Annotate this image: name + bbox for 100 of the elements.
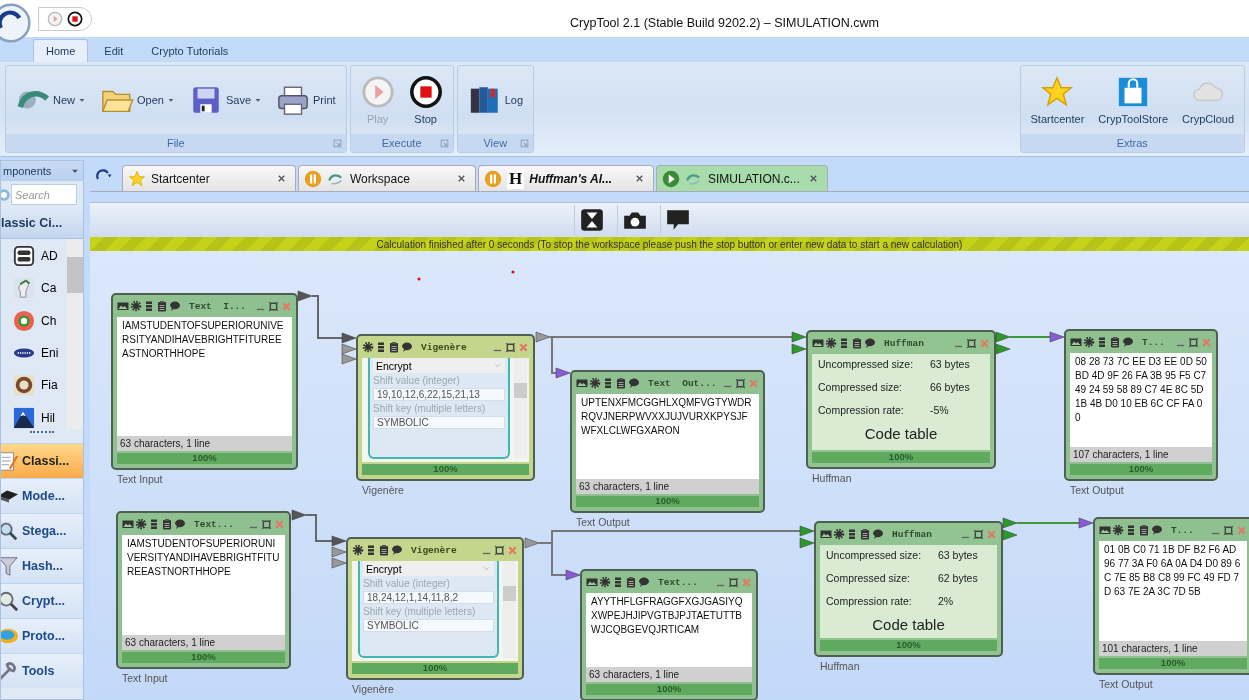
port-icon[interactable] xyxy=(341,343,357,355)
speech-bubble-icon[interactable] xyxy=(1122,336,1134,348)
ribbon-tab[interactable]: Home xyxy=(33,39,89,62)
port-icon[interactable] xyxy=(331,535,347,547)
speech-bubble-icon[interactable] xyxy=(638,576,650,588)
speech-bubble-icon[interactable] xyxy=(401,341,413,353)
port-icon[interactable] xyxy=(565,569,581,581)
image-icon[interactable] xyxy=(1099,524,1111,536)
scrollbar[interactable] xyxy=(67,239,83,429)
clipboard-icon[interactable] xyxy=(388,341,400,353)
component-window[interactable]: Text... IAMSTUDENTOFSUPERIORUNIVERSITYANDIHAVEBRIGHTFITUREEASTNORTHHOPE 63 characters, 1 line 100% xyxy=(116,511,291,669)
text-area[interactable]: AYYTHFLGFRAGGFXGJGASIYQXWPEJHJIPVGTBJPJTAETUTTBWJCQBGEVQJRTICAM xyxy=(586,593,752,667)
text-area[interactable]: IAMSTUDENTOFSUPERIORUNIVERSITYANDIHAVEBRIGHTFITUREEASTNORTHHOPE xyxy=(122,535,285,635)
text-area[interactable]: 01 0B C0 71 1B DF B2 F6 AD 96 77 3A F0 6A 0A D4 D0 89 6C 7E 85 B8 C8 99 FC 49 FD 7D 63 7E 2A 3C 7D 5B xyxy=(1099,541,1247,641)
port-icon[interactable] xyxy=(791,331,807,343)
speech-bubble-icon[interactable] xyxy=(391,544,403,556)
document-tab[interactable]: H Huffman's Al... xyxy=(478,165,654,191)
port-icon[interactable] xyxy=(331,546,347,558)
search-field[interactable]: Search xyxy=(11,184,77,205)
image-icon[interactable] xyxy=(1070,336,1082,348)
port-icon[interactable] xyxy=(555,367,571,379)
settings-icon[interactable] xyxy=(825,337,837,349)
ribbon-button[interactable]: New xyxy=(12,81,90,119)
document-tab[interactable]: Workspace xyxy=(298,165,476,191)
category-button[interactable]: Mode... xyxy=(1,478,83,513)
port-icon[interactable] xyxy=(524,537,540,549)
category-button[interactable]: Hash... xyxy=(1,548,83,583)
maximize-icon[interactable] xyxy=(966,337,977,349)
maximize-icon[interactable] xyxy=(973,528,984,540)
speech-bubble-icon[interactable] xyxy=(864,337,876,349)
ribbon-tab[interactable]: Edit xyxy=(92,39,136,62)
maximize-icon[interactable] xyxy=(1223,524,1234,536)
port-icon[interactable] xyxy=(791,343,807,355)
component-item[interactable]: Hil xyxy=(1,406,67,429)
component-window[interactable]: Vigenère Encrypt Shift value (integer) 18,24,12,1,14,11,8,2 Shift key (multiple letters) SYMBOLIC 100% xyxy=(346,537,524,680)
speech-bubble-icon[interactable] xyxy=(628,377,640,389)
list-icon[interactable] xyxy=(1125,524,1137,536)
component-item[interactable]: Ch xyxy=(1,309,67,332)
settings-icon[interactable] xyxy=(589,377,601,389)
close-icon[interactable] xyxy=(276,173,287,184)
port-icon[interactable] xyxy=(297,290,313,302)
settings-icon[interactable] xyxy=(135,518,147,530)
list-icon[interactable] xyxy=(148,518,160,530)
clipboard-icon[interactable] xyxy=(1109,336,1121,348)
component-item[interactable]: AD xyxy=(1,245,67,268)
close-icon[interactable] xyxy=(808,173,819,184)
ribbon-button[interactable]: Stop xyxy=(404,73,447,127)
input-field[interactable]: SYMBOLIC xyxy=(373,416,505,429)
maximize-icon[interactable] xyxy=(505,341,516,353)
scrollbar[interactable] xyxy=(503,561,516,658)
component-window[interactable]: Text... AYYTHFLGFRAGGFXGJGASIYQXWPEJHJIPVGTBJPJTAETUTTBWJCQBGEVQJRTICAM 63 characters, 1 line 100% xyxy=(580,569,758,700)
maximize-icon[interactable] xyxy=(1188,336,1199,348)
clipboard-icon[interactable] xyxy=(161,518,173,530)
category-button[interactable]: Tools xyxy=(1,653,83,688)
category-button[interactable]: Classi... xyxy=(1,443,83,478)
clipboard-icon[interactable] xyxy=(1138,524,1150,536)
image-icon[interactable] xyxy=(122,518,134,530)
mode-dropdown[interactable]: Encrypt xyxy=(373,358,505,373)
settings-icon[interactable] xyxy=(599,576,611,588)
clipboard-icon[interactable] xyxy=(625,576,637,588)
settings-icon[interactable] xyxy=(1112,524,1124,536)
clipboard-icon[interactable] xyxy=(859,528,871,540)
settings-icon[interactable] xyxy=(1083,336,1095,348)
component-window[interactable]: T... 08 28 73 7C EE D3 EE 0D 50 BD 4D 9F 26 FA 3B 95 F5 C7 49 24 59 58 89 C7 4E 8C 5D 1B 4B D0 10 EB 6C CF FA 00 107 characters, 1 line 100% xyxy=(1064,329,1218,481)
input-field[interactable]: SYMBOLIC xyxy=(363,619,494,632)
category-button[interactable]: Crypt... xyxy=(1,583,83,618)
maximize-icon[interactable] xyxy=(728,576,739,588)
list-icon[interactable] xyxy=(143,300,155,312)
maximize-icon[interactable] xyxy=(735,377,746,389)
app-logo-icon[interactable] xyxy=(0,3,31,43)
component-item[interactable]: Fia xyxy=(1,374,67,397)
component-item[interactable]: Ca xyxy=(1,277,67,300)
component-window[interactable]: Huffman Uncompressed size: 63 bytes Compressed size: 66 bytes Compression rate: -5% Code table 100% xyxy=(806,330,996,469)
ribbon-button[interactable]: Log xyxy=(463,81,527,119)
port-icon[interactable] xyxy=(1002,529,1018,541)
close-icon[interactable] xyxy=(634,173,645,184)
list-icon[interactable] xyxy=(838,337,850,349)
settings-icon[interactable] xyxy=(833,528,845,540)
component-window[interactable]: Huffman Uncompressed size: 63 bytes Compressed size: 62 bytes Compression rate: 2% Code table 100% xyxy=(814,521,1003,657)
input-field[interactable]: 19,10,12,6,22,15,21,13 xyxy=(373,388,505,401)
code-table-link[interactable]: Code table xyxy=(826,616,991,633)
text-area[interactable]: UPTENXFMCGGHLXQMFVGTYWDRRQVJNERPWVXXJUJVURXKPYSJFWFXLCLWFGXARON xyxy=(576,394,759,479)
image-icon[interactable] xyxy=(820,528,832,540)
image-icon[interactable] xyxy=(812,337,824,349)
category-button[interactable]: Stega... xyxy=(1,513,83,548)
ribbon-button[interactable]: Open xyxy=(96,81,179,119)
maximize-icon[interactable] xyxy=(268,300,279,312)
text-area[interactable]: IAMSTUDENTOFSUPERIORUNIVERSITYANDIHAVEBRIGHTFITUREEASTNORTHHOPE xyxy=(117,317,292,436)
category-button[interactable]: Proto... xyxy=(1,618,83,653)
ribbon-tab[interactable]: Crypto Tutorials xyxy=(139,39,241,62)
port-icon[interactable] xyxy=(341,353,357,365)
mode-dropdown[interactable]: Encrypt xyxy=(363,561,494,576)
document-tab[interactable]: Startcenter xyxy=(122,165,296,191)
maximize-icon[interactable] xyxy=(494,544,505,556)
list-icon[interactable] xyxy=(602,377,614,389)
list-icon[interactable] xyxy=(1096,336,1108,348)
port-icon[interactable] xyxy=(331,557,347,569)
port-icon[interactable] xyxy=(1002,517,1018,529)
ribbon-button[interactable]: Save xyxy=(184,81,266,119)
list-icon[interactable] xyxy=(375,341,387,353)
